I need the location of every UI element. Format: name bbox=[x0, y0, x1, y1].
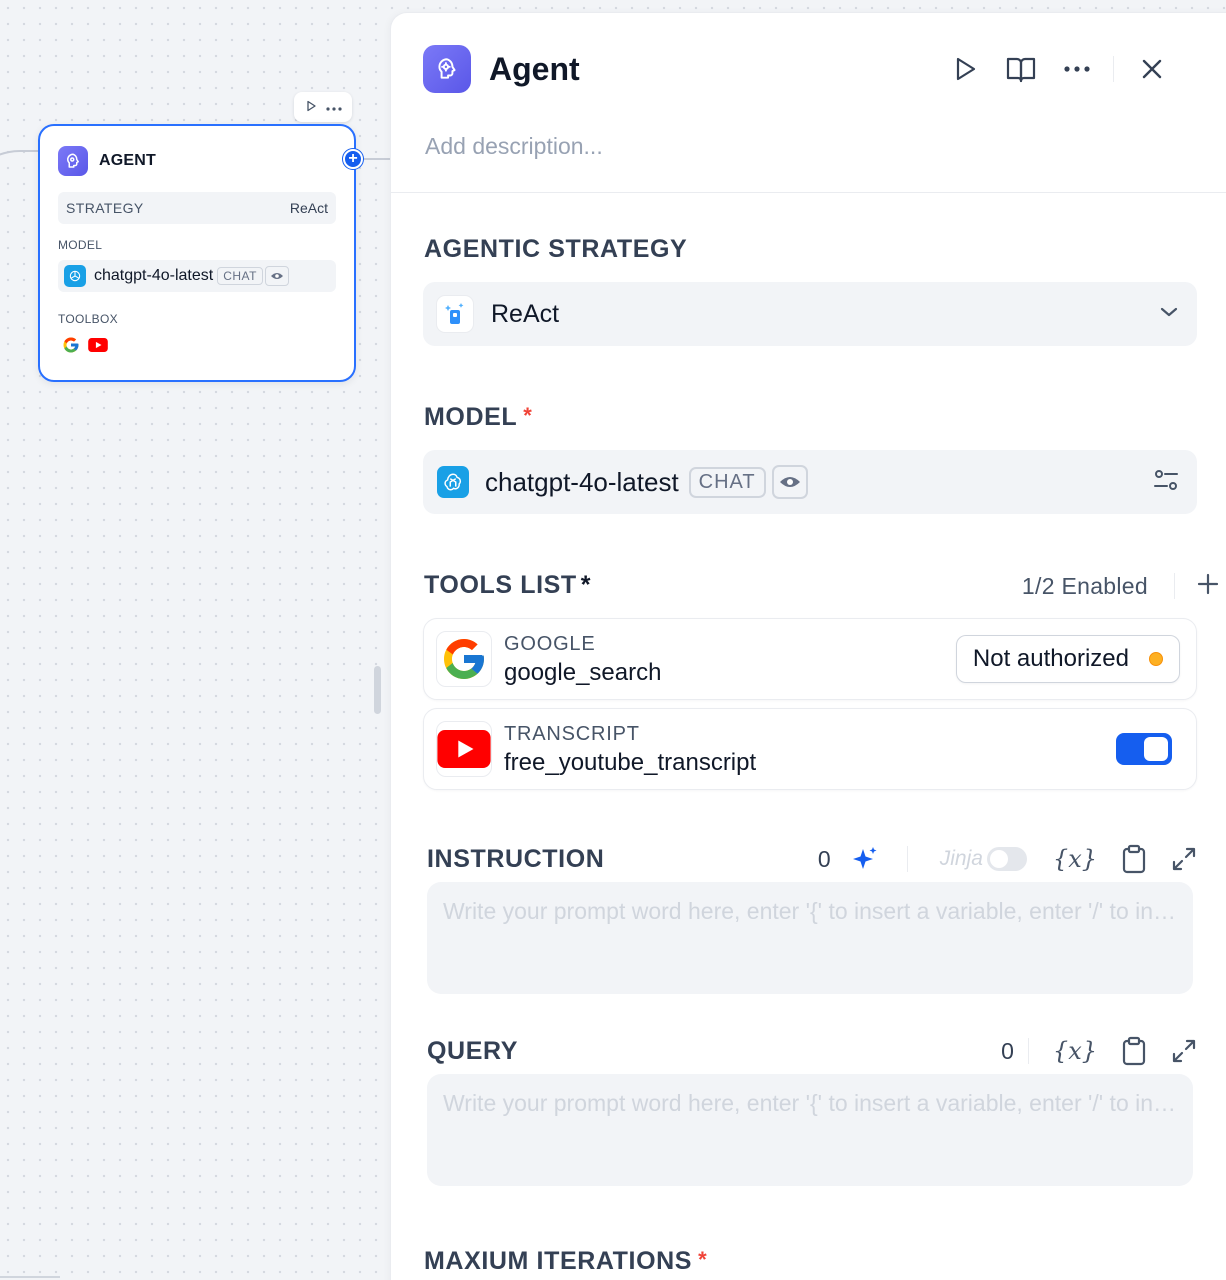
tools-divider bbox=[1174, 573, 1175, 599]
node-more-icon[interactable] bbox=[325, 100, 342, 114]
tool-card-youtube[interactable]: TRANSCRIPT free_youtube_transcript bbox=[423, 708, 1197, 790]
tools-label: TOOLS LIST * bbox=[424, 571, 591, 600]
expand-icon[interactable] bbox=[1171, 1038, 1197, 1064]
tools-header-actions: 1/2 Enabled bbox=[1022, 571, 1219, 601]
tool-name: google_search bbox=[504, 659, 662, 686]
agent-node[interactable]: AGENT STRATEGY ReAct MODEL chatgpt-4o-la… bbox=[38, 124, 356, 382]
query-char-count: 0 bbox=[1001, 1037, 1014, 1064]
close-icon[interactable] bbox=[1134, 53, 1170, 85]
authorize-button[interactable]: Not authorized bbox=[955, 635, 1180, 683]
instruction-char-count: 0 bbox=[817, 845, 831, 872]
model-label-text: MODEL bbox=[424, 403, 518, 431]
node-model-row: chatgpt-4o-latest CHAT bbox=[58, 260, 336, 292]
tool-card-google[interactable]: GOOGLE google_search Not authorized bbox=[423, 618, 1197, 700]
instruction-divider bbox=[906, 846, 908, 872]
strategy-value: ReAct bbox=[491, 299, 560, 328]
connection-edge-out bbox=[362, 158, 392, 160]
clipboard-icon[interactable] bbox=[1121, 844, 1147, 874]
node-strategy-value: ReAct bbox=[289, 200, 328, 216]
tool-name: free_youtube_transcript bbox=[504, 749, 757, 776]
query-header: QUERY 0 {x} bbox=[427, 1035, 1197, 1067]
node-model-label: MODEL bbox=[58, 238, 103, 252]
instruction-label: INSTRUCTION bbox=[427, 844, 605, 873]
tool-provider: TRANSCRIPT bbox=[504, 723, 640, 745]
vision-eye-icon bbox=[264, 266, 289, 286]
run-node-icon[interactable] bbox=[305, 100, 317, 115]
tool-provider: GOOGLE bbox=[504, 633, 596, 655]
node-toolbox bbox=[62, 336, 108, 359]
model-name: chatgpt-4o-latest bbox=[485, 466, 679, 497]
max-iterations-label-text: MAXIUM ITERATIONS bbox=[424, 1247, 693, 1275]
node-model-name: chatgpt-4o-latest bbox=[94, 267, 214, 284]
docs-book-icon[interactable] bbox=[1003, 53, 1039, 85]
panel-actions bbox=[947, 53, 1170, 85]
node-config-panel: Agent Add description... AGENTIC STRATEG… bbox=[391, 13, 1226, 1280]
add-next-node-button[interactable]: + bbox=[343, 149, 363, 169]
connection-edge-bottom bbox=[0, 1276, 60, 1278]
query-label: QUERY bbox=[427, 1036, 518, 1065]
google-icon bbox=[62, 336, 80, 359]
auth-status-label: Not authorized bbox=[972, 645, 1129, 672]
required-marker: * bbox=[698, 1247, 708, 1272]
model-selector[interactable]: chatgpt-4o-latest CHAT bbox=[423, 450, 1197, 514]
expand-icon[interactable] bbox=[1171, 846, 1197, 872]
node-strategy-label: STRATEGY bbox=[66, 200, 144, 216]
node-toolbox-label: TOOLBOX bbox=[58, 312, 118, 326]
youtube-icon bbox=[436, 721, 492, 777]
react-strategy-icon bbox=[437, 296, 473, 332]
query-editor[interactable]: Write your prompt word here, enter '{' t… bbox=[427, 1074, 1193, 1186]
jinja-label: Jinja bbox=[939, 847, 983, 870]
strategy-label: AGENTIC STRATEGY bbox=[424, 235, 688, 263]
header-separator bbox=[391, 192, 1226, 193]
model-mode-badge: CHAT bbox=[688, 466, 766, 498]
insert-variable-icon[interactable]: {x} bbox=[1053, 1037, 1097, 1065]
panel-resize-handle[interactable] bbox=[374, 666, 381, 714]
tools-enabled-count: 1/2 Enabled bbox=[1021, 572, 1148, 599]
required-marker: * bbox=[523, 403, 533, 428]
instruction-header: INSTRUCTION 0 Jinja {x} bbox=[427, 843, 1197, 875]
more-icon[interactable] bbox=[1059, 53, 1095, 85]
instruction-editor[interactable]: Write your prompt word here, enter '{' t… bbox=[427, 882, 1193, 994]
tools-label-text: TOOLS LIST bbox=[424, 571, 577, 599]
sparkle-generate-icon[interactable] bbox=[851, 845, 879, 873]
add-tool-icon[interactable] bbox=[1197, 573, 1219, 600]
node-toolbar bbox=[294, 92, 352, 122]
max-iterations-label: MAXIUM ITERATIONS * bbox=[424, 1247, 707, 1276]
required-marker: * bbox=[580, 571, 592, 599]
header-divider bbox=[1113, 56, 1114, 82]
jinja-toggle[interactable] bbox=[986, 847, 1027, 871]
youtube-icon bbox=[88, 338, 108, 357]
model-settings-icon[interactable] bbox=[1153, 468, 1179, 497]
openai-icon bbox=[437, 466, 469, 498]
description-input[interactable]: Add description... bbox=[425, 133, 603, 160]
model-label: MODEL * bbox=[424, 403, 532, 432]
panel-title[interactable]: Agent bbox=[489, 51, 580, 88]
node-strategy-row: STRATEGY ReAct bbox=[58, 192, 336, 224]
agent-icon bbox=[58, 146, 88, 176]
clipboard-icon[interactable] bbox=[1121, 1036, 1147, 1066]
vision-eye-icon bbox=[771, 465, 808, 499]
agent-icon bbox=[423, 45, 471, 93]
node-model-badge: CHAT bbox=[217, 267, 263, 285]
tool-enabled-toggle[interactable] bbox=[1116, 733, 1172, 765]
query-divider bbox=[1027, 1038, 1029, 1064]
google-icon bbox=[436, 631, 492, 687]
insert-variable-icon[interactable]: {x} bbox=[1053, 845, 1097, 873]
connection-edge-in bbox=[0, 150, 40, 270]
chevron-down-icon bbox=[1159, 305, 1179, 323]
strategy-select[interactable]: ReAct bbox=[423, 282, 1197, 346]
node-title: AGENT bbox=[99, 152, 156, 169]
openai-icon bbox=[64, 265, 86, 287]
run-icon[interactable] bbox=[947, 53, 983, 85]
warning-dot-icon bbox=[1149, 652, 1163, 666]
